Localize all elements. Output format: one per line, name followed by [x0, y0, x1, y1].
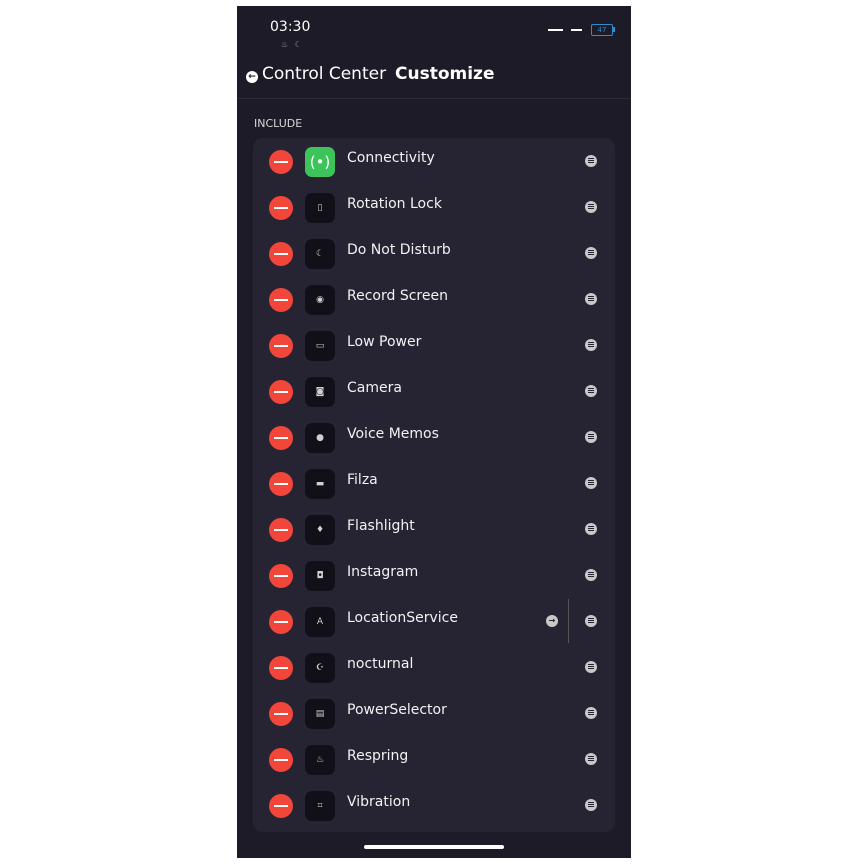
vertical-separator	[568, 599, 569, 643]
battery-tip	[613, 27, 615, 32]
reorder-handle-icon[interactable]	[585, 477, 597, 489]
item-label: Vibration	[347, 794, 411, 810]
remove-button[interactable]	[269, 196, 293, 220]
list-item: ⌗ Vibration	[253, 782, 615, 828]
list-item: ▤ PowerSelector	[253, 690, 615, 736]
vibration-icon: ⌗	[305, 791, 335, 821]
back-button[interactable]: Control Center	[262, 64, 386, 84]
section-label-include: INCLUDE	[254, 117, 303, 130]
back-arrow-icon[interactable]: ←	[246, 71, 258, 83]
nocturnal-icon: ☪	[305, 653, 335, 683]
header-divider	[237, 98, 631, 99]
remove-button[interactable]	[269, 472, 293, 496]
list-item: ☪ nocturnal	[253, 644, 615, 690]
item-label: Connectivity	[347, 150, 435, 166]
list-item: ♨ Respring	[253, 736, 615, 782]
remove-button[interactable]	[269, 702, 293, 726]
list-item: ▯ Rotation Lock	[253, 184, 615, 230]
list-item: ▬ Filza	[253, 460, 615, 506]
remove-button[interactable]	[269, 150, 293, 174]
remove-button[interactable]	[269, 518, 293, 542]
item-label: Filza	[347, 472, 378, 488]
item-label: Respring	[347, 748, 409, 764]
remove-button[interactable]	[269, 748, 293, 772]
remove-button[interactable]	[269, 656, 293, 680]
remove-button[interactable]	[269, 242, 293, 266]
status-time: 03:30	[270, 19, 311, 35]
remove-button[interactable]	[269, 426, 293, 450]
item-label: PowerSelector	[347, 702, 447, 718]
reorder-handle-icon[interactable]	[585, 431, 597, 443]
item-label: Instagram	[347, 564, 419, 580]
reorder-handle-icon[interactable]	[585, 293, 597, 305]
power-selector-icon: ▤	[305, 699, 335, 729]
page-title: Customize	[395, 64, 495, 84]
item-label: Do Not Disturb	[347, 242, 451, 258]
reorder-handle-icon[interactable]	[585, 247, 597, 259]
list-item: A LocationService →	[253, 598, 615, 644]
list-item: ● Voice Memos	[253, 414, 615, 460]
item-label: nocturnal	[347, 656, 414, 672]
folder-icon: ▬	[305, 469, 335, 499]
list-item: ▭ Low Power	[253, 322, 615, 368]
list-item: ♦ Flashlight	[253, 506, 615, 552]
list-item: ◉ Record Screen	[253, 276, 615, 322]
reorder-handle-icon[interactable]	[585, 523, 597, 535]
wifi-icon	[571, 29, 582, 31]
reorder-handle-icon[interactable]	[585, 615, 597, 627]
instagram-icon: ◘	[305, 561, 335, 591]
reorder-handle-icon[interactable]	[585, 569, 597, 581]
item-label: Record Screen	[347, 288, 448, 304]
remove-button[interactable]	[269, 334, 293, 358]
list-item: ☾ Do Not Disturb	[253, 230, 615, 276]
reorder-handle-icon[interactable]	[585, 155, 597, 167]
respring-icon: ♨	[305, 745, 335, 775]
flashlight-icon: ♦	[305, 515, 335, 545]
item-label: Rotation Lock	[347, 196, 442, 212]
reorder-handle-icon[interactable]	[585, 753, 597, 765]
item-label: Voice Memos	[347, 426, 439, 442]
phone-screen: 03:30 ♨ ☾ 47 ← Control Center Customize …	[237, 6, 631, 858]
battery-icon: 47	[591, 24, 613, 36]
reorder-handle-icon[interactable]	[585, 661, 597, 673]
item-label: LocationService	[347, 610, 458, 626]
remove-button[interactable]	[269, 610, 293, 634]
connectivity-icon: (•)	[305, 147, 335, 177]
status-sub-icons: ♨ ☾	[281, 40, 304, 49]
include-list: (•) Connectivity ▯ Rotation Lock ☾ Do No…	[253, 138, 615, 832]
remove-button[interactable]	[269, 564, 293, 588]
remove-button[interactable]	[269, 794, 293, 818]
item-label: Camera	[347, 380, 402, 396]
item-label: Low Power	[347, 334, 422, 350]
reorder-handle-icon[interactable]	[585, 385, 597, 397]
reorder-handle-icon[interactable]	[585, 201, 597, 213]
microphone-icon: ●	[305, 423, 335, 453]
moon-icon: ☾	[305, 239, 335, 269]
signal-icon	[548, 29, 563, 31]
camera-icon: ◙	[305, 377, 335, 407]
rotation-lock-icon: ▯	[305, 193, 335, 223]
list-item: ◙ Camera	[253, 368, 615, 414]
remove-button[interactable]	[269, 380, 293, 404]
home-indicator[interactable]	[364, 845, 504, 849]
location-icon: A	[305, 607, 335, 637]
list-item: ◘ Instagram	[253, 552, 615, 598]
battery-low-icon: ▭	[305, 331, 335, 361]
reorder-handle-icon[interactable]	[585, 339, 597, 351]
list-item: (•) Connectivity	[253, 138, 615, 184]
record-icon: ◉	[305, 285, 335, 315]
item-label: Flashlight	[347, 518, 415, 534]
reorder-handle-icon[interactable]	[585, 707, 597, 719]
arrow-right-icon[interactable]: →	[546, 615, 558, 627]
remove-button[interactable]	[269, 288, 293, 312]
reorder-handle-icon[interactable]	[585, 799, 597, 811]
